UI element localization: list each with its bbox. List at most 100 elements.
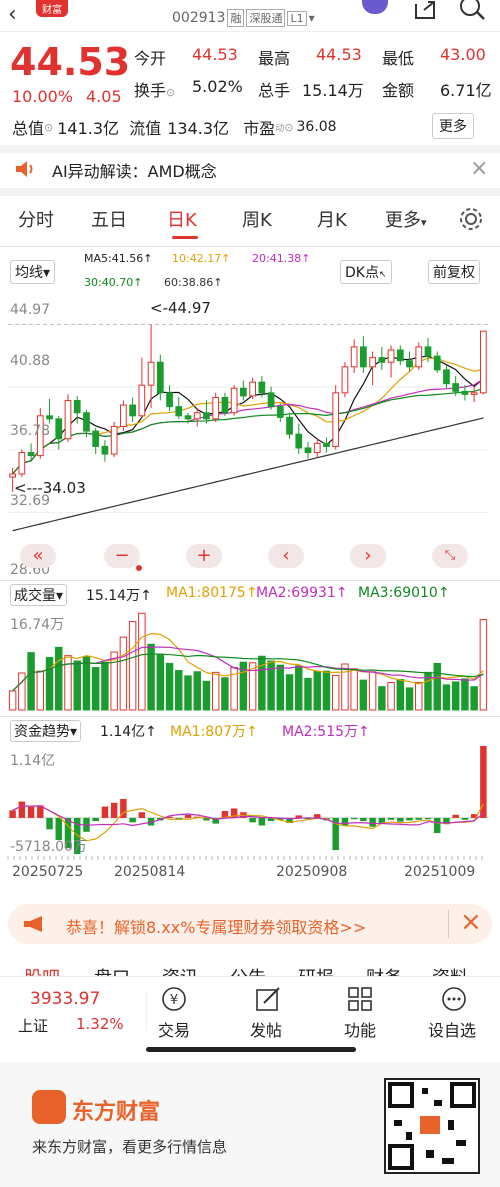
low-value: 43.00	[440, 45, 486, 64]
candle-body	[221, 396, 229, 414]
ma60-label: 60:38.86↑	[164, 276, 223, 289]
volume-bar	[36, 670, 45, 711]
fast-back-icon[interactable]: «	[20, 544, 56, 568]
volume-bar	[359, 679, 368, 711]
candle-body	[249, 381, 256, 397]
tab-daily-k[interactable]: 日K	[167, 206, 197, 232]
ma30-label: 30:40.70↑	[84, 276, 143, 289]
pe-sup: 动	[275, 123, 285, 134]
candle-body	[387, 349, 395, 363]
watchlist-label[interactable]: 设自选	[428, 1017, 476, 1041]
pe-value: 36.08	[296, 119, 337, 135]
volume-bar	[461, 678, 469, 711]
volume-bar	[331, 674, 340, 711]
ytick-3: 36.78	[10, 423, 51, 439]
tab-intraday[interactable]: 分时	[18, 206, 54, 232]
ai-analysis-text[interactable]: AI异动解读：AMD概念	[52, 158, 217, 182]
brand-logo-icon	[32, 1090, 66, 1124]
fullscreen-icon[interactable]: ⤡	[432, 544, 468, 568]
stock-code-line: 002913 融 深股通 L1 ▾	[172, 9, 315, 27]
home-indicator	[146, 1047, 356, 1052]
open-value: 44.53	[192, 45, 238, 64]
volume-total: 15.14万↑	[86, 588, 152, 604]
volume-bar	[73, 660, 81, 711]
zoom-out-icon[interactable]: −	[104, 544, 140, 568]
kline-chart[interactable]	[0, 295, 500, 580]
megaphone-icon	[24, 916, 42, 932]
candle-body	[360, 346, 367, 368]
tab-monthly-k[interactable]: 月K	[317, 206, 347, 232]
post-label[interactable]: 发帖	[250, 1017, 282, 1041]
index-value: 3933.97	[30, 989, 101, 1009]
stock-code: 002913	[172, 10, 226, 26]
more-button[interactable]: 更多	[432, 113, 474, 139]
prev-icon[interactable]: ‹	[268, 544, 304, 568]
volume-bar	[396, 679, 405, 711]
pe-label: 市盈	[243, 119, 276, 138]
banner-close-icon[interactable]: ×	[460, 908, 482, 936]
candle-body	[9, 473, 16, 478]
top-bar: ‹ 财富 002913 融 深股通 L1 ▾	[0, 0, 500, 32]
back-arrow-icon[interactable]: ‹	[8, 2, 17, 27]
zoom-in-icon[interactable]: +	[186, 544, 222, 568]
promo-banner[interactable]: 恭喜！解锁8.xx%专属理财券领取资格>> ×	[8, 904, 492, 944]
assistant-icon[interactable]	[362, 0, 388, 14]
quote-grid: 今开 44.53 最高 44.53 最低 43.00 换手⊙ 5.02% 总手 …	[134, 45, 494, 109]
candle-body	[92, 430, 100, 447]
volume-bar	[285, 674, 294, 711]
tab-five-day[interactable]: 五日	[91, 206, 127, 232]
candle-body	[156, 361, 164, 394]
candle-body	[166, 392, 173, 408]
sub-tabs: 股吧 盘口 资讯 公告 研报 财务 资料	[0, 958, 500, 978]
fund-bar	[101, 806, 109, 818]
next-icon[interactable]: ›	[350, 544, 386, 568]
brand-slogan: 来东方财富，看更多行情信息	[32, 1138, 228, 1156]
search-icon[interactable]	[458, 0, 486, 20]
volume-bar	[479, 619, 488, 711]
volume-bar	[27, 652, 35, 711]
trade-icon[interactable]: ¥	[160, 985, 188, 1013]
watchlist-icon[interactable]	[440, 985, 468, 1013]
turnover-label: 换手⊙	[134, 81, 176, 100]
function-icon[interactable]	[346, 985, 374, 1013]
ma60-line	[12, 417, 484, 532]
fund-selector[interactable]: 资金趋势▾	[10, 720, 82, 742]
fund-bar	[350, 817, 358, 820]
volume-bar	[175, 670, 183, 711]
vol-ma3: MA3:69010↑	[358, 585, 450, 601]
volume-bar	[8, 690, 17, 711]
fund-bar	[9, 810, 16, 818]
quote-row-2: 换手⊙ 5.02% 总手 15.14万 金额 6.71亿	[134, 77, 494, 109]
high-label: 最高	[258, 49, 291, 68]
ytick-2: 40.88	[10, 353, 51, 369]
abs-change: 4.05	[86, 87, 122, 106]
volume-chart[interactable]	[0, 606, 500, 714]
dk-point-button[interactable]: DK点↖	[340, 260, 392, 284]
candle-body	[415, 346, 423, 368]
candle-body	[276, 406, 284, 418]
function-label[interactable]: 功能	[344, 1017, 376, 1041]
ma-selector[interactable]: 均线▾	[10, 260, 56, 284]
volume-bar	[322, 670, 331, 711]
tag-level: L1	[287, 10, 307, 26]
trade-label[interactable]: 交易	[158, 1017, 190, 1041]
fund-bar	[360, 817, 367, 822]
candle-body	[304, 447, 312, 454]
speaker-icon	[16, 161, 33, 177]
index-name[interactable]: 上证	[18, 1015, 48, 1036]
fund-ma2: MA2:515万↑	[282, 724, 370, 740]
candle-body	[341, 366, 349, 394]
tab-more[interactable]: 更多▾	[385, 206, 427, 232]
candle-body	[267, 392, 275, 408]
share-icon[interactable]	[412, 0, 440, 20]
close-icon[interactable]: ×	[470, 158, 488, 180]
volume-bar	[350, 668, 358, 711]
post-icon[interactable]	[254, 985, 282, 1013]
adjust-button[interactable]: 前复权	[428, 260, 480, 284]
gear-icon[interactable]	[458, 206, 484, 232]
amount-label: 金额	[382, 81, 415, 100]
last-price: 44.53	[10, 40, 131, 84]
tab-weekly-k[interactable]: 周K	[242, 206, 272, 232]
volume-selector[interactable]: 成交量▾	[10, 584, 68, 606]
volume-bar	[470, 686, 478, 711]
